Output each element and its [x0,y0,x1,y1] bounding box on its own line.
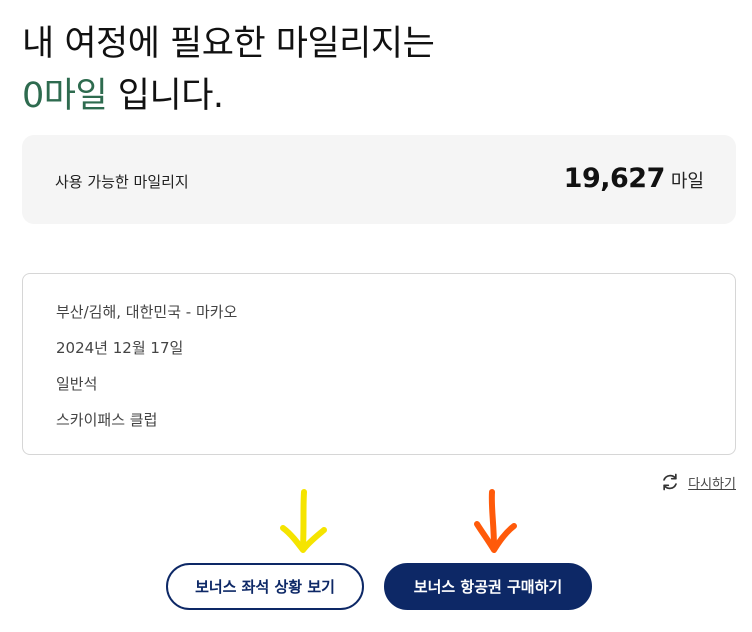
available-miles-number: 19,627 [563,163,666,194]
bonus-seat-status-button[interactable]: 보너스 좌석 상황 보기 [166,563,364,610]
trip-cabin-class: 일반석 [56,375,98,393]
yellow-down-arrow-icon [280,489,327,553]
buy-bonus-ticket-button[interactable]: 보너스 항공권 구매하기 [384,563,592,610]
refresh-icon [663,473,677,491]
retry-button[interactable]: 다시하기 [660,472,736,492]
available-miles-label: 사용 가능한 마일리지 [55,173,189,191]
trip-summary-card: 부산/김해, 대한민국 - 마카오 2024년 12월 17일 일반석 스카이패… [22,273,736,455]
trip-route: 부산/김해, 대한민국 - 마카오 [56,303,238,321]
retry-label: 다시하기 [688,476,736,492]
trip-date: 2024년 12월 17일 [56,339,184,357]
headline-line-2: 0마일 입니다. [22,70,434,122]
headline-suffix: 입니다. [107,76,224,116]
headline-line-1: 내 여정에 필요한 마일리지는 [22,24,435,64]
available-miles-panel: 사용 가능한 마일리지 19,627 마일 [22,135,736,224]
page-headline: 내 여정에 필요한 마일리지는 0마일 입니다. [22,18,435,122]
trip-membership: 스카이패스 클럽 [56,411,158,429]
required-miles: 0마일 [22,76,108,116]
orange-down-arrow-icon [474,489,517,553]
available-miles-value: 19,627 마일 [564,163,704,194]
available-miles-unit: 마일 [670,171,704,192]
